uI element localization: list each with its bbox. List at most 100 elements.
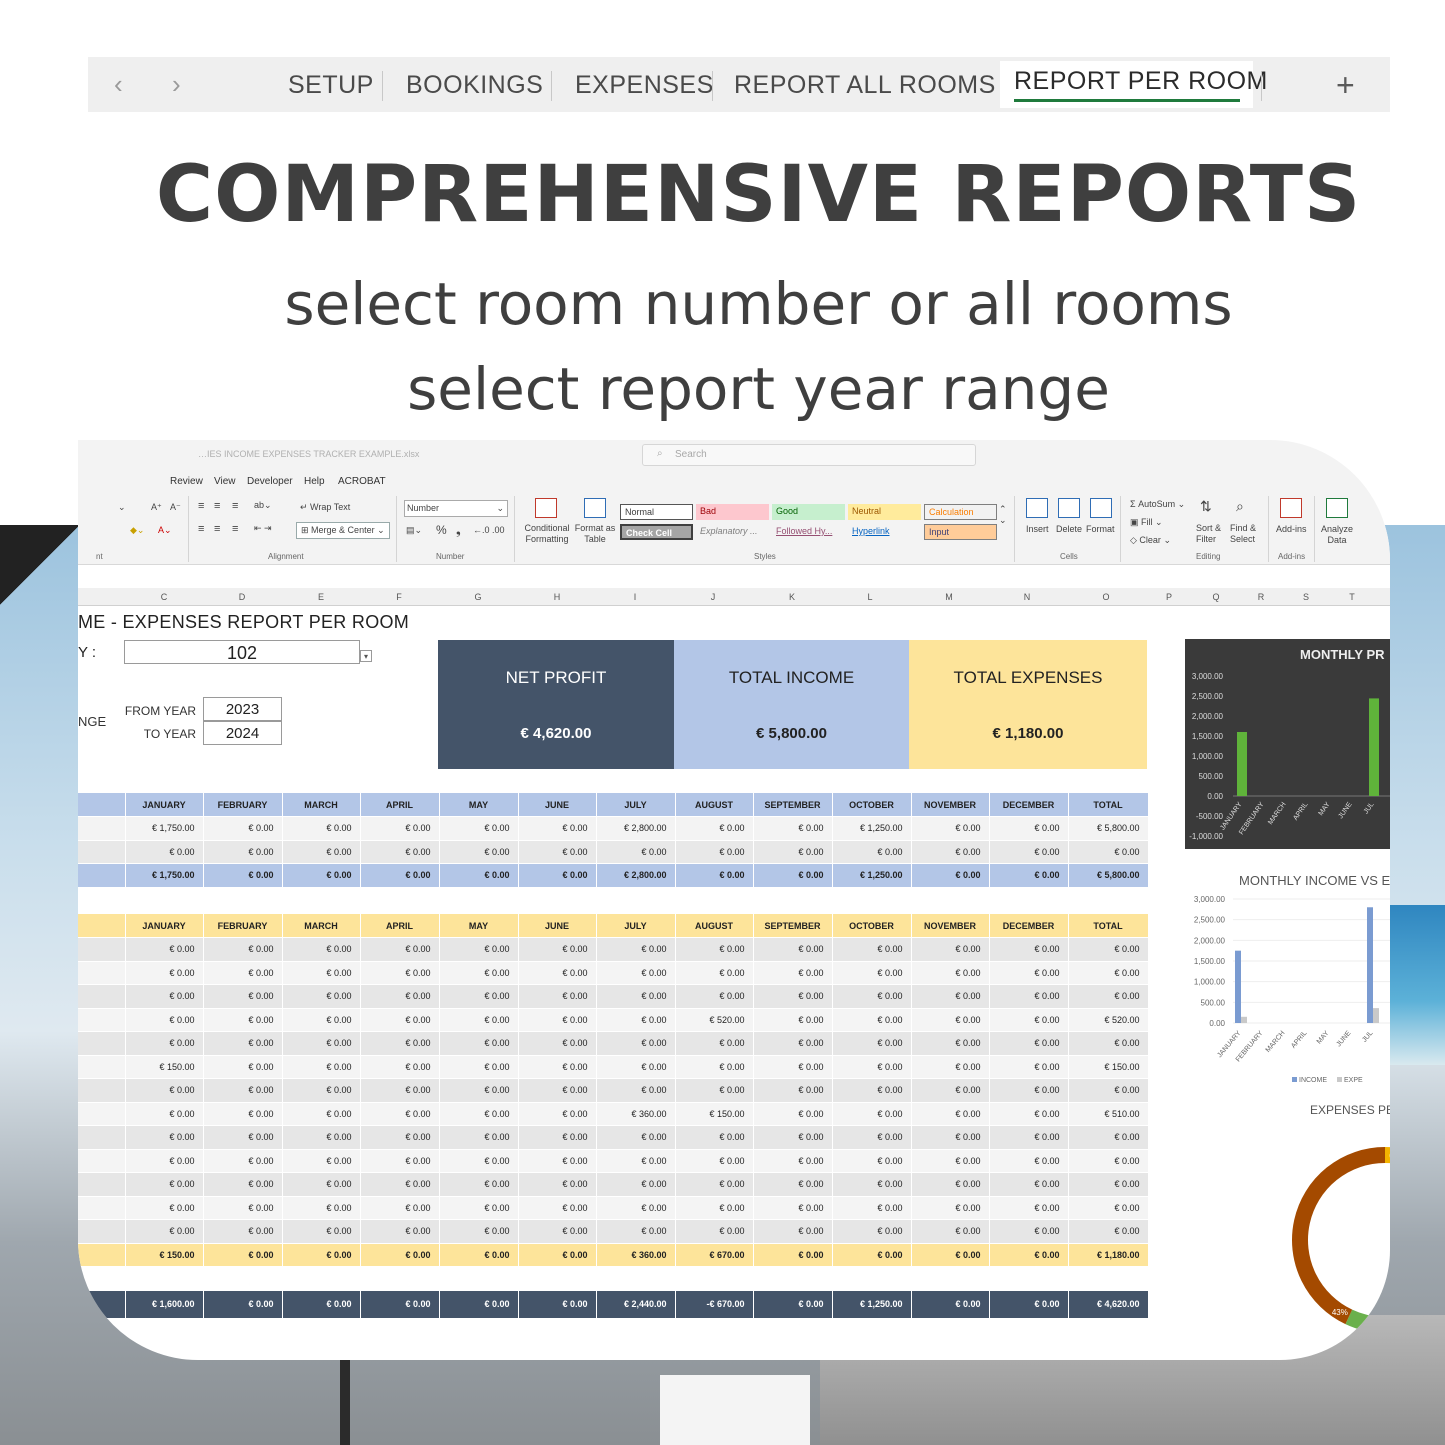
value-cell[interactable]: € 0.00 xyxy=(360,1172,440,1197)
value-cell[interactable]: € 0.00 xyxy=(360,1196,440,1220)
style-bad[interactable]: Bad xyxy=(696,504,769,520)
chevron-right-icon[interactable]: › xyxy=(172,69,181,100)
value-cell[interactable]: € 0.00 xyxy=(832,937,912,962)
column-header[interactable]: O xyxy=(1102,592,1109,602)
row-label-cell[interactable] xyxy=(78,961,126,985)
value-cell[interactable]: € 0.00 xyxy=(596,961,676,985)
value-cell[interactable]: € 0.00 xyxy=(518,1008,597,1032)
from-year-input[interactable]: 2023 xyxy=(203,697,282,721)
menu-acrobat[interactable]: ACROBAT xyxy=(338,476,386,487)
row-label-cell[interactable] xyxy=(78,1008,126,1032)
value-cell[interactable]: € 0.00 xyxy=(518,863,597,888)
value-cell[interactable]: € 520.00 xyxy=(1068,1008,1149,1032)
row-label-cell[interactable] xyxy=(78,1102,126,1126)
value-cell[interactable]: € 0.00 xyxy=(832,840,912,864)
value-cell[interactable]: € 0.00 xyxy=(911,1219,990,1244)
value-cell[interactable]: € 1,250.00 xyxy=(832,863,912,888)
value-cell[interactable]: € 1,250.00 xyxy=(832,816,912,841)
value-cell[interactable]: € 0.00 xyxy=(360,1149,440,1173)
value-cell[interactable]: € 0.00 xyxy=(203,1196,283,1220)
value-cell[interactable]: € 0.00 xyxy=(125,961,204,985)
format-as-table-icon[interactable] xyxy=(584,498,606,518)
value-cell[interactable]: € 0.00 xyxy=(675,1149,754,1173)
value-cell[interactable]: € 520.00 xyxy=(675,1008,754,1032)
row-label-cell[interactable] xyxy=(78,863,126,888)
value-cell[interactable]: € 0.00 xyxy=(753,1291,833,1319)
value-cell[interactable]: € 0.00 xyxy=(125,1219,204,1244)
value-cell[interactable]: € 0.00 xyxy=(1068,937,1149,962)
value-cell[interactable]: € 0.00 xyxy=(832,1078,912,1103)
value-cell[interactable]: € 0.00 xyxy=(282,1219,361,1244)
delete-button[interactable]: Delete xyxy=(1056,524,1082,534)
indent-icon[interactable]: ⇤ ⇥ xyxy=(254,523,272,534)
search-input[interactable]: ⌕ Search xyxy=(642,444,976,466)
value-cell[interactable]: € 0.00 xyxy=(518,1102,597,1126)
styles-scroll-icon[interactable]: ⌃ ⌄ xyxy=(999,504,1007,526)
month-header[interactable]: JULY xyxy=(596,914,676,938)
row-label-cell[interactable] xyxy=(78,1219,126,1244)
style-input[interactable]: Input xyxy=(924,524,997,540)
column-header[interactable]: E xyxy=(318,592,324,602)
menu-developer[interactable]: Developer xyxy=(247,476,293,487)
value-cell[interactable]: € 0.00 xyxy=(675,984,754,1009)
row-label-cell[interactable] xyxy=(78,937,126,962)
month-header[interactable]: APRIL xyxy=(360,914,440,938)
value-cell[interactable]: € 0.00 xyxy=(125,1196,204,1220)
analyze-data-button[interactable]: Analyze Data xyxy=(1320,524,1354,546)
value-cell[interactable]: € 0.00 xyxy=(439,984,519,1009)
value-cell[interactable]: € 0.00 xyxy=(832,1149,912,1173)
tab-report-all-rooms[interactable]: REPORT ALL ROOMS xyxy=(734,71,996,100)
align-top-icon[interactable]: ≡ xyxy=(198,500,204,512)
month-header[interactable]: DECEMBER xyxy=(989,793,1069,817)
monthly-profit-chart[interactable]: MONTHLY PR 3,000.00 2,500.00 2,000.00 1,500… xyxy=(1185,639,1390,849)
value-cell[interactable]: € 0.00 xyxy=(518,937,597,962)
month-header[interactable]: NOVEMBER xyxy=(911,793,990,817)
month-header[interactable]: OCTOBER xyxy=(832,793,912,817)
value-cell[interactable]: € 0.00 xyxy=(203,1172,283,1197)
value-cell[interactable]: € 0.00 xyxy=(989,1149,1069,1173)
menu-review[interactable]: Review xyxy=(170,476,203,487)
month-header[interactable]: MAY xyxy=(439,793,519,817)
value-cell[interactable]: € 0.00 xyxy=(203,863,283,888)
value-cell[interactable]: € 0.00 xyxy=(675,1055,754,1079)
value-cell[interactable]: € 0.00 xyxy=(282,1078,361,1103)
value-cell[interactable]: € 0.00 xyxy=(911,1102,990,1126)
conditional-formatting-icon[interactable] xyxy=(535,498,557,518)
value-cell[interactable]: € 0.00 xyxy=(518,840,597,864)
value-cell[interactable]: € 0.00 xyxy=(989,863,1069,888)
style-check-cell[interactable]: Check Cell xyxy=(620,524,693,540)
value-cell[interactable]: € 0.00 xyxy=(518,1031,597,1056)
menu-help[interactable]: Help xyxy=(304,476,325,487)
value-cell[interactable]: € 0.00 xyxy=(753,816,833,841)
value-cell[interactable]: € 0.00 xyxy=(518,1291,597,1319)
value-cell[interactable]: € 0.00 xyxy=(989,1291,1069,1319)
value-cell[interactable]: € 0.00 xyxy=(832,961,912,985)
month-header[interactable]: AUGUST xyxy=(675,914,754,938)
value-cell[interactable]: € 0.00 xyxy=(911,937,990,962)
value-cell[interactable]: € 0.00 xyxy=(832,1008,912,1032)
value-cell[interactable]: € 0.00 xyxy=(439,1243,519,1267)
style-good[interactable]: Good xyxy=(772,504,845,520)
value-cell[interactable]: € 0.00 xyxy=(832,1031,912,1056)
value-cell[interactable]: € 0.00 xyxy=(125,1102,204,1126)
value-cell[interactable]: € 0.00 xyxy=(753,1219,833,1244)
value-cell[interactable]: € 0.00 xyxy=(753,984,833,1009)
align-center-icon[interactable]: ≡ xyxy=(214,523,220,535)
value-cell[interactable]: € 150.00 xyxy=(125,1055,204,1079)
value-cell[interactable]: € 0.00 xyxy=(832,1172,912,1197)
menu-view[interactable]: View xyxy=(214,476,236,487)
value-cell[interactable]: € 0.00 xyxy=(989,1219,1069,1244)
value-cell[interactable]: € 0.00 xyxy=(1068,1196,1149,1220)
value-cell[interactable]: € 0.00 xyxy=(753,1125,833,1150)
font-color-icon[interactable]: A⌄ xyxy=(158,525,172,536)
value-cell[interactable]: € 0.00 xyxy=(832,1219,912,1244)
value-cell[interactable]: € 0.00 xyxy=(596,1149,676,1173)
value-cell[interactable]: € 0.00 xyxy=(1068,1125,1149,1150)
column-header[interactable]: I xyxy=(634,592,637,602)
value-cell[interactable]: € 2,800.00 xyxy=(596,816,676,841)
column-header[interactable]: S xyxy=(1303,592,1309,602)
month-header[interactable]: JANUARY xyxy=(125,793,204,817)
value-cell[interactable]: € 0.00 xyxy=(125,1125,204,1150)
value-cell[interactable]: € 0.00 xyxy=(911,863,990,888)
value-cell[interactable]: € 0.00 xyxy=(518,1172,597,1197)
